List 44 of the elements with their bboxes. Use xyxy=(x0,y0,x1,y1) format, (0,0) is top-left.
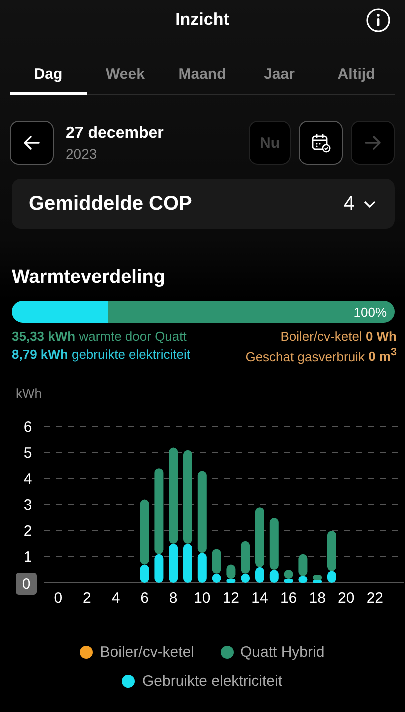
period-tab[interactable]: Maand xyxy=(164,58,241,95)
chevron-down-icon xyxy=(363,199,377,209)
y-tick-label: 2 xyxy=(24,523,32,540)
legend-label: Quatt Hybrid xyxy=(240,644,325,662)
axis-label: kWh xyxy=(16,386,42,402)
legend-label: Boiler/cv-ketel xyxy=(100,644,194,662)
energy-stat: 35,33 kWh warmte door Quatt xyxy=(12,329,188,344)
y-tick-label: 6 xyxy=(24,419,32,436)
info-icon[interactable] xyxy=(366,8,391,33)
x-tick-label: 10 xyxy=(194,590,211,606)
y-tick-label: 0 xyxy=(22,576,31,594)
y-tick-label: 3 xyxy=(24,497,32,514)
x-tick-label: 2 xyxy=(83,590,92,606)
x-tick-label: 14 xyxy=(252,590,268,606)
period-tab[interactable]: Week xyxy=(87,58,164,95)
section-title: Warmteverdeling xyxy=(12,267,166,289)
x-tick-label: 8 xyxy=(169,590,178,606)
period-tab[interactable]: Dag xyxy=(10,58,87,95)
legend-label: Gebruikte elektriciteit xyxy=(142,673,283,690)
cop-dropdown[interactable]: Gemiddelde COP 4 xyxy=(12,179,395,229)
x-tick-label: 4 xyxy=(112,590,120,606)
period-tab[interactable]: Altijd xyxy=(318,58,395,95)
y-tick-label: 1 xyxy=(24,549,32,566)
year-label: 2023 xyxy=(66,146,98,162)
energy-stat: Boiler/cv-ketel 0 Wh xyxy=(280,329,397,344)
y-tick-label: 0 xyxy=(16,573,37,596)
x-tick-label: 6 xyxy=(140,590,149,606)
x-tick-label: 20 xyxy=(338,590,355,606)
previous-button[interactable] xyxy=(10,121,54,165)
screen-title: Inzicht xyxy=(176,10,230,30)
y-tick-label: 5 xyxy=(24,445,32,462)
energy-stat: Geschat gasverbruik 0 m$^{3}$ xyxy=(246,347,397,364)
y-tick-label: 4 xyxy=(24,471,32,488)
calendar-icon xyxy=(310,132,332,154)
x-tick-label: 16 xyxy=(280,590,298,606)
x-tick-label: 12 xyxy=(222,590,240,606)
x-tick-label: 22 xyxy=(366,590,384,606)
x-tick-label: 18 xyxy=(309,590,326,606)
percent-label: 100% xyxy=(354,304,387,320)
date-label: 27 december xyxy=(66,124,165,142)
calendar-button[interactable] xyxy=(299,121,343,165)
x-tick-label: 0 xyxy=(54,590,63,606)
period-tab[interactable]: Jaar xyxy=(241,58,318,95)
energy-stat: 8,79 kWh gebruikte elektriciteit xyxy=(12,347,190,362)
